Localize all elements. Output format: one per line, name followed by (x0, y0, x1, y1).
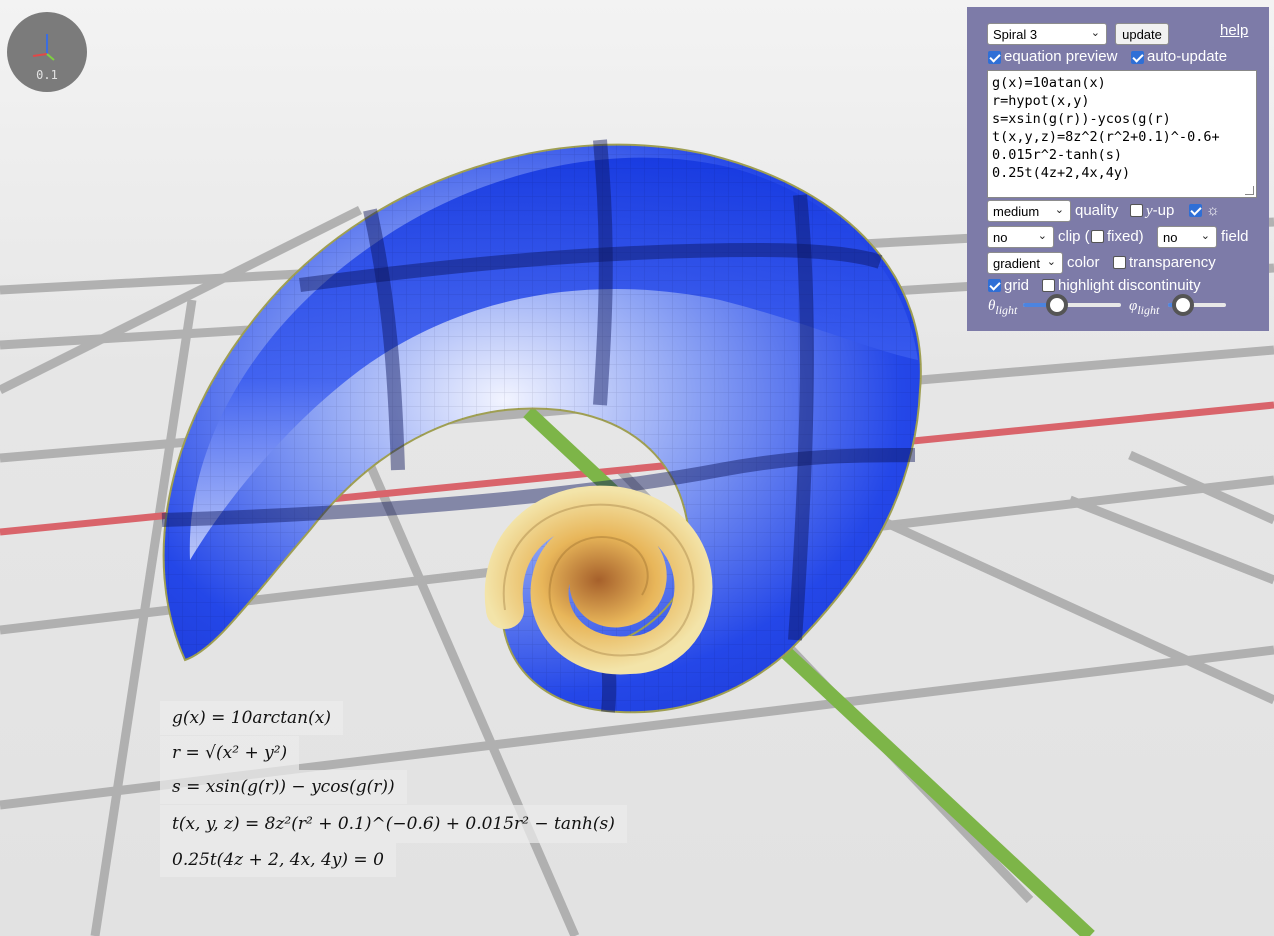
chevron-down-icon: ⌄ (1090, 27, 1100, 39)
editor-line: 0.015r^2-tanh(s) (992, 147, 1123, 163)
highlight-discontinuity-label: highlight discontinuity (1058, 277, 1201, 294)
y-up-label: y-up (1146, 202, 1175, 219)
transparency-checkbox[interactable] (1113, 256, 1126, 269)
color-select[interactable]: gradient ⌄ (987, 252, 1063, 274)
grid-label: grid (1004, 277, 1030, 294)
clip-select[interactable]: no ⌄ (987, 226, 1054, 248)
equation-preview-line: r = √(x² + y²) (160, 736, 300, 770)
editor-line: g(x)=10atan(x) (992, 75, 1106, 91)
quality-select[interactable]: medium ⌄ (987, 200, 1071, 222)
preset-select-value: Spiral 3 (993, 27, 1038, 42)
chevron-down-icon: ⌄ (1046, 256, 1056, 268)
preset-select[interactable]: Spiral 3 ⌄ (987, 23, 1107, 45)
grid-checkbox[interactable] (988, 279, 1001, 292)
y-up-checkbox[interactable] (1130, 204, 1143, 217)
phi-light-thumb[interactable] (1171, 294, 1194, 316)
color-label: color (1067, 254, 1100, 271)
axis-gizmo[interactable]: 0.1 (7, 12, 87, 92)
theta-light-label: θlight (988, 298, 1018, 317)
chevron-down-icon: ⌄ (1054, 204, 1064, 216)
highlight-discontinuity-checkbox[interactable] (1042, 279, 1055, 292)
sun-icon: ☼ (1206, 202, 1220, 219)
field-select-value: no (1163, 230, 1178, 245)
editor-line: s=xsin(g(r))-ycos(g(r) (992, 111, 1171, 127)
scale-label: 0.1 (36, 68, 58, 82)
fixed-checkbox[interactable] (1091, 230, 1104, 243)
help-link[interactable]: help (1220, 22, 1248, 39)
equation-preview-line: 0.25t(4z + 2, 4x, 4y) = 0 (160, 843, 396, 877)
equation-preview-line: s = xsin(g(r)) − ycos(g(r)) (160, 770, 407, 804)
chevron-down-icon: ⌄ (1200, 230, 1210, 242)
equation-editor[interactable]: g(x)=10atan(x) r=hypot(x,y) s=xsin(g(r))… (987, 70, 1257, 198)
transparency-label: transparency (1129, 254, 1216, 271)
field-label: field (1221, 228, 1249, 245)
theta-light-thumb[interactable] (1046, 294, 1069, 316)
phi-light-slider[interactable] (1168, 294, 1226, 316)
editor-line: t(x,y,z)=8z^2(r^2+0.1)^-0.6+ (992, 129, 1220, 145)
resize-grip-icon[interactable] (1245, 186, 1254, 195)
phi-light-label: φlight (1129, 298, 1160, 317)
light-toggle-checkbox[interactable] (1189, 204, 1202, 217)
editor-line: 0.25t(4z+2,4x,4y) (992, 165, 1131, 181)
theta-light-slider[interactable] (1023, 294, 1121, 316)
equation-preview-label: equation preview (1004, 48, 1118, 65)
clip-select-value: no (993, 230, 1008, 245)
quality-label: quality (1075, 202, 1119, 219)
chevron-down-icon: ⌄ (1037, 230, 1047, 242)
field-select[interactable]: no ⌄ (1157, 226, 1217, 248)
auto-update-label: auto-update (1147, 48, 1228, 65)
equation-preview-checkbox[interactable] (988, 51, 1001, 64)
quality-select-value: medium (993, 204, 1040, 219)
editor-line: r=hypot(x,y) (992, 93, 1090, 109)
fixed-label: fixed) (1107, 228, 1144, 245)
equation-preview-line: t(x, y, z) = 8z²(r² + 0.1)^(−0.6) + 0.01… (160, 805, 627, 843)
auto-update-checkbox[interactable] (1131, 51, 1144, 64)
control-panel: Spiral 3 ⌄ update help equation preview … (967, 7, 1269, 331)
color-select-value: gradient (993, 256, 1040, 271)
equation-preview-line: g(x) = 10arctan(x) (160, 701, 343, 735)
update-button[interactable]: update (1115, 23, 1169, 45)
clip-label: clip ( (1058, 228, 1090, 245)
